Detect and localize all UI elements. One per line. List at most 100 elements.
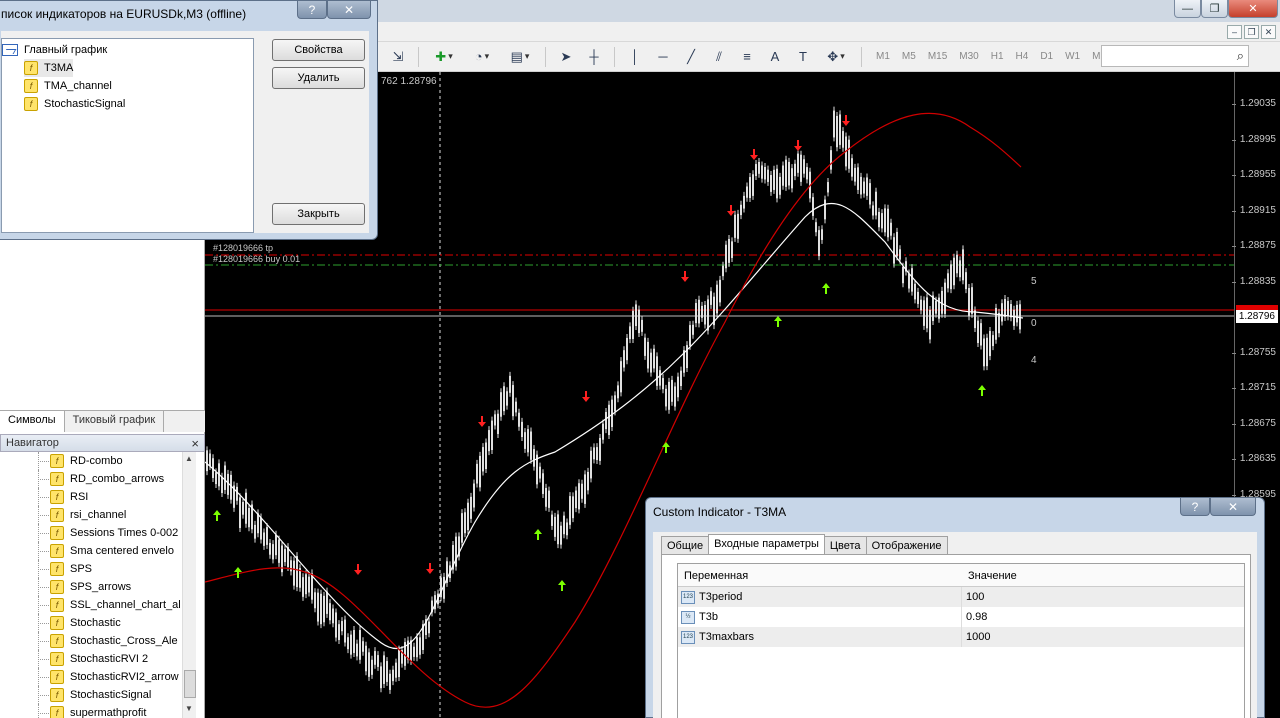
toolbar-separator [861,46,862,67]
properties-button[interactable]: Свойства [272,39,365,61]
navigator-item[interactable]: f RD-combo [0,452,204,470]
tab-symbols[interactable]: Символы [0,411,65,432]
fibonacci-icon[interactable]: ≡ [735,45,759,69]
candle-body [953,257,955,286]
scroll-down-icon[interactable]: ▼ [185,704,193,713]
indicators-icon[interactable]: ✚ [427,45,461,69]
dialog-close-button[interactable]: ✕ [327,1,371,19]
candle-body [353,630,355,653]
equidistant-channel-icon[interactable]: ⫽ [707,45,731,69]
candle-body [761,165,763,179]
templates-icon[interactable]: ▤ [503,45,537,69]
candle-body [488,430,490,452]
navigator-item[interactable]: f Stochastic [0,614,204,632]
column-header-variable[interactable]: Переменная [678,564,962,586]
horizontal-line-icon[interactable]: ─ [651,45,675,69]
candle-body [359,630,361,660]
navigator-item[interactable]: f StochasticRVI 2 [0,650,204,668]
table-row[interactable]: ½ T3b 0.98 [678,607,1244,627]
mdi-restore-button[interactable]: ❐ [1244,25,1259,39]
minimize-button[interactable]: — [1174,0,1201,18]
search-input[interactable]: ⌕ [1101,45,1249,67]
text-label-icon[interactable]: T [791,45,815,69]
sell-arrow-icon [794,140,802,151]
navigator-close-button[interactable]: × [191,436,199,451]
vertical-line-icon[interactable]: │ [623,45,647,69]
candle-body [335,612,337,638]
timeframe-w1[interactable]: W1 [1059,45,1086,69]
navigator-item[interactable]: f Sma centered envelo [0,542,204,560]
timeframe-m30[interactable]: M30 [953,45,984,69]
periods-icon[interactable]: ◔ [465,45,499,69]
table-row[interactable]: 123 T3period 100 [678,587,1244,607]
buy-arrow-icon [213,510,221,521]
tree-root[interactable]: Главный график [2,41,107,59]
delete-button[interactable]: Удалить [272,67,365,89]
timeframe-h4[interactable]: H4 [1010,45,1035,69]
tab-colors[interactable]: Цвета [823,536,867,554]
close-button[interactable]: ✕ [1228,0,1278,18]
candle-body [293,560,295,586]
tree-item-tma-channel[interactable]: f TMA_channel [24,77,112,95]
candle-body [557,514,559,545]
mdi-minimize-button[interactable]: – [1227,25,1242,39]
timeframe-m15[interactable]: M15 [922,45,953,69]
restore-button[interactable]: ❐ [1201,0,1228,18]
param-value-cell[interactable]: 1000 [962,627,1244,647]
navigator-item[interactable]: f rsi_channel [0,506,204,524]
candle-body [338,624,340,641]
mdi-close-button[interactable]: ✕ [1261,25,1276,39]
candle-body [344,619,346,643]
param-value-cell[interactable]: 100 [962,587,1244,607]
cursor-icon[interactable]: ➤ [554,45,578,69]
param-name-cell: 123 T3period [678,587,962,607]
help-button[interactable]: ? [297,1,327,19]
autoscroll-icon[interactable]: ⇲ [386,45,410,69]
candle-body [971,287,973,314]
candle-body [773,169,775,190]
candle-body [533,449,535,467]
candle-body [638,309,640,334]
dialog-close-button[interactable]: ✕ [1210,498,1256,516]
navigator-item[interactable]: f SPS [0,560,204,578]
scrollbar-thumb[interactable] [184,670,196,698]
navigator-item[interactable]: f SPS_arrows [0,578,204,596]
tree-item-stochasticsignal[interactable]: f StochasticSignal [24,95,125,113]
candle-body [278,539,280,563]
navigator-item[interactable]: f RSI [0,488,204,506]
candle-body [935,300,937,314]
scroll-up-icon[interactable]: ▲ [185,454,193,463]
help-button[interactable]: ? [1180,498,1210,516]
column-header-value[interactable]: Значение [962,564,1023,586]
timeframe-d1[interactable]: D1 [1034,45,1059,69]
navigator-item[interactable]: f StochasticSignal [0,686,204,704]
navigator-item[interactable]: f Stochastic_Cross_Ale [0,632,204,650]
navigator-header: Навигатор × [0,434,205,452]
navigator-item[interactable]: f Sessions Times 0-002 [0,524,204,542]
crosshair-icon[interactable]: ┼ [582,45,606,69]
param-value-cell[interactable]: 0.98 [962,607,1244,627]
tab-general[interactable]: Общие [661,536,710,554]
candle-body [950,264,952,290]
tab-tick-chart[interactable]: Тиковый график [65,411,165,432]
candle-body [782,165,784,186]
table-row[interactable]: 123 T3maxbars 1000 [678,627,1244,647]
trendline-icon[interactable]: ╱ [679,45,703,69]
tree-item-t3ma[interactable]: f T3MA [24,59,74,77]
navigator-item[interactable]: f supermathprofit [0,704,204,718]
navigator-item[interactable]: f SSL_channel_chart_al [0,596,204,614]
text-icon[interactable]: A [763,45,787,69]
navigator-item[interactable]: f RD_combo_arrows [0,470,204,488]
tab-visualization[interactable]: Отображение [865,536,948,554]
timeframe-m1[interactable]: M1 [870,45,896,69]
timeframe-h1[interactable]: H1 [985,45,1010,69]
close-dialog-button[interactable]: Закрыть [272,203,365,225]
tab-input-parameters[interactable]: Входные параметры [708,534,825,554]
sell-arrow-icon [727,205,735,216]
candle-body [962,249,964,281]
timeframe-m5[interactable]: M5 [896,45,922,69]
navigator-item[interactable]: f StochasticRVI2_arrow [0,668,204,686]
candle-body [236,486,238,501]
navigator-scrollbar[interactable]: ▲ ▼ [182,452,196,718]
arrows-icon[interactable]: ✥ [819,45,853,69]
